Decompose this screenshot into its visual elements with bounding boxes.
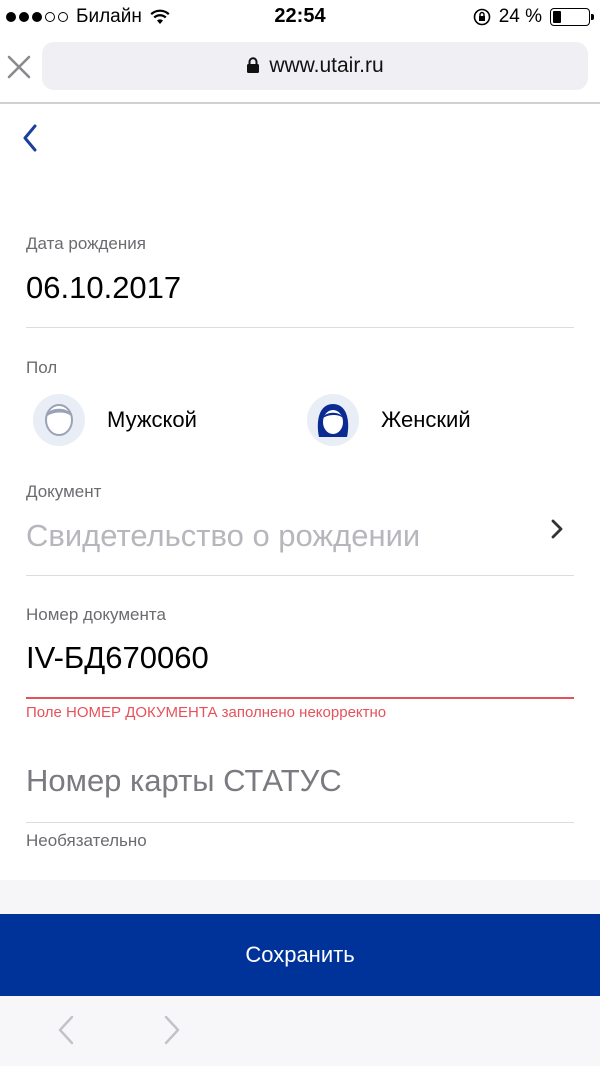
battery-icon — [550, 8, 594, 26]
lock-icon — [247, 57, 260, 73]
gender-label: Пол — [26, 358, 58, 377]
gender-female-label: Женский — [381, 407, 471, 432]
chevron-right-icon[interactable] — [550, 518, 564, 540]
birth-date-input[interactable]: 06.10.2017 — [26, 270, 181, 306]
document-select[interactable]: Свидетельство о рождении — [26, 518, 420, 554]
document-number-divider — [26, 697, 574, 699]
status-card-hint: Необязательно — [26, 831, 147, 850]
battery-fill — [553, 11, 562, 23]
scroll-fade — [0, 880, 600, 914]
browser-address-row: www.utair.ru — [0, 34, 600, 104]
document-divider — [26, 575, 574, 576]
document-number-error: Поле НОМЕР ДОКУМЕНТА заполнено некоррект… — [26, 704, 387, 721]
status-right: 24 % — [473, 6, 594, 28]
gender-male-label: Мужской — [107, 407, 197, 432]
battery-percent: 24 % — [498, 6, 542, 27]
status-card-divider — [26, 822, 574, 823]
female-avatar-icon — [307, 394, 359, 446]
document-label: Документ — [26, 482, 102, 501]
address-bar[interactable]: www.utair.ru — [42, 42, 588, 90]
url-text: www.utair.ru — [269, 54, 384, 77]
close-icon[interactable] — [6, 54, 32, 80]
browser-back-icon[interactable] — [56, 1014, 76, 1046]
browser-forward-icon[interactable] — [162, 1014, 182, 1046]
document-number-input[interactable]: IV-БД670060 — [26, 640, 209, 676]
back-chevron-icon[interactable] — [16, 120, 44, 156]
male-avatar-icon — [33, 394, 85, 446]
status-bar: Билайн 22:54 24 % — [0, 0, 600, 34]
gender-male-option[interactable]: Мужской — [33, 394, 197, 446]
birth-date-divider — [26, 327, 574, 328]
browser-toolbar — [0, 996, 600, 1066]
document-number-label: Номер документа — [26, 605, 166, 624]
status-card-input[interactable]: Номер карты СТАТУС — [26, 763, 342, 799]
gender-female-option[interactable]: Женский — [307, 394, 471, 446]
orientation-lock-icon — [473, 8, 490, 26]
save-button[interactable]: Сохранить — [0, 914, 600, 996]
birth-date-label: Дата рождения — [26, 234, 146, 253]
